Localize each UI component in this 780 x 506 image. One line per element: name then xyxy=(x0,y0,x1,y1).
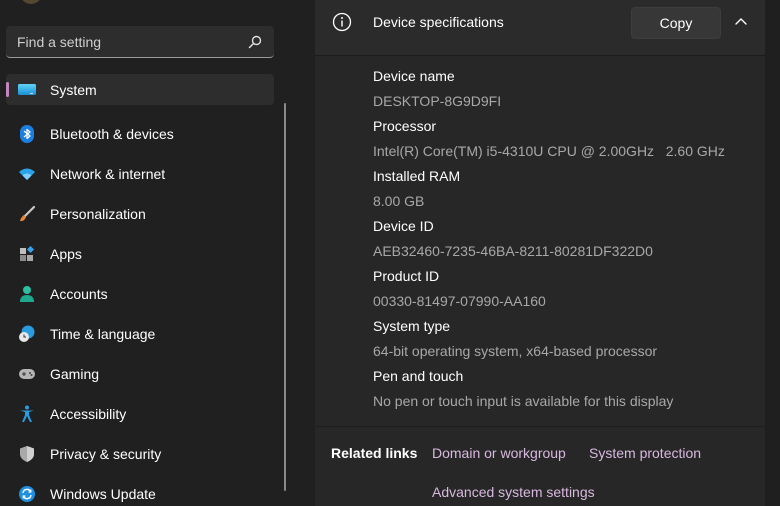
spec-label-device-id: Device ID xyxy=(373,218,434,234)
sidebar-item-privacy-security[interactable]: Privacy & security xyxy=(6,434,274,474)
sidebar-item-apps[interactable]: Apps xyxy=(6,234,274,274)
sidebar: Find a setting System Bluetooth & device… xyxy=(0,0,300,506)
related-links-title: Related links xyxy=(331,445,418,461)
sidebar-nav: System Bluetooth & devices Network & int… xyxy=(6,74,274,506)
spec-value-system-type: 64-bit operating system, x64-based proce… xyxy=(373,343,658,359)
apps-icon xyxy=(17,244,37,264)
sidebar-item-bluetooth[interactable]: Bluetooth & devices xyxy=(6,114,274,154)
link-advanced-system-settings[interactable]: Advanced system settings xyxy=(432,484,595,500)
sidebar-item-label: Accounts xyxy=(50,286,108,302)
search-input[interactable]: Find a setting xyxy=(6,26,274,58)
device-specifications-panel: Device specifications Copy Device name D… xyxy=(315,0,765,506)
search-placeholder: Find a setting xyxy=(17,33,102,50)
spec-value-processor: Intel(R) Core(TM) i5-4310U CPU @ 2.00GHz… xyxy=(373,143,725,159)
clock-globe-icon xyxy=(17,324,37,344)
sidebar-item-label: Personalization xyxy=(50,206,146,222)
paintbrush-icon xyxy=(17,204,37,224)
link-domain-or-workgroup[interactable]: Domain or workgroup xyxy=(432,445,566,461)
info-icon xyxy=(332,12,352,32)
spec-value-product-id: 00330-81497-07990-AA160 xyxy=(373,293,546,309)
sidebar-item-label: Windows Update xyxy=(50,486,156,502)
sidebar-item-label: System xyxy=(50,81,97,98)
wifi-icon xyxy=(17,164,37,184)
sidebar-item-gaming[interactable]: Gaming xyxy=(6,354,274,394)
search-icon[interactable] xyxy=(248,35,262,49)
spec-value-installed-ram: 8.00 GB xyxy=(373,193,425,209)
spec-label-product-id: Product ID xyxy=(373,268,440,284)
sidebar-scrollbar[interactable] xyxy=(284,103,286,491)
active-indicator xyxy=(6,82,9,97)
sidebar-item-label: Bluetooth & devices xyxy=(50,126,174,142)
chevron-up-icon[interactable] xyxy=(733,14,749,30)
content-scroll-gutter xyxy=(765,0,780,506)
sidebar-item-label: Time & language xyxy=(50,326,156,342)
copy-button[interactable]: Copy xyxy=(631,7,721,39)
spec-value-device-name: DESKTOP-8G9D9FI xyxy=(373,93,502,109)
section-title: Device specifications xyxy=(373,14,504,30)
sidebar-item-network[interactable]: Network & internet xyxy=(6,154,274,194)
spec-value-device-id: AEB32460-7235-46BA-8211-80281DF322D0 xyxy=(373,243,653,259)
sidebar-item-accounts[interactable]: Accounts xyxy=(6,274,274,314)
gamepad-icon xyxy=(17,364,37,384)
bluetooth-icon xyxy=(17,124,37,144)
link-system-protection[interactable]: System protection xyxy=(589,445,701,461)
spec-label-pen-touch: Pen and touch xyxy=(373,368,464,384)
spec-value-pen-touch: No pen or touch input is available for t… xyxy=(373,393,674,409)
device-specifications-header[interactable]: Device specifications Copy xyxy=(315,0,765,56)
spec-label-device-name: Device name xyxy=(373,68,455,84)
sidebar-item-label: Network & internet xyxy=(50,166,166,182)
spec-label-processor: Processor xyxy=(373,118,437,134)
monitor-icon xyxy=(17,80,37,100)
sidebar-item-system[interactable]: System xyxy=(6,74,274,105)
sidebar-item-label: Gaming xyxy=(50,366,100,382)
sidebar-item-label: Accessibility xyxy=(50,406,127,422)
spec-list: Device name DESKTOP-8G9D9FI Processor In… xyxy=(373,66,725,416)
sidebar-item-label: Privacy & security xyxy=(50,446,162,462)
sidebar-item-label: Apps xyxy=(50,246,82,262)
shield-icon xyxy=(17,444,37,464)
related-links-section: Related links Domain or workgroup System… xyxy=(315,426,765,506)
person-icon xyxy=(17,284,37,304)
settings-window: Find a setting System Bluetooth & device… xyxy=(0,0,780,506)
accessibility-icon xyxy=(17,404,37,424)
spec-label-system-type: System type xyxy=(373,318,451,334)
update-icon xyxy=(17,484,37,504)
sidebar-item-accessibility[interactable]: Accessibility xyxy=(6,394,274,434)
sidebar-item-personalization[interactable]: Personalization xyxy=(6,194,274,234)
sidebar-item-windows-update[interactable]: Windows Update xyxy=(6,474,274,506)
sidebar-item-time-language[interactable]: Time & language xyxy=(6,314,274,354)
spec-label-installed-ram: Installed RAM xyxy=(373,168,461,184)
